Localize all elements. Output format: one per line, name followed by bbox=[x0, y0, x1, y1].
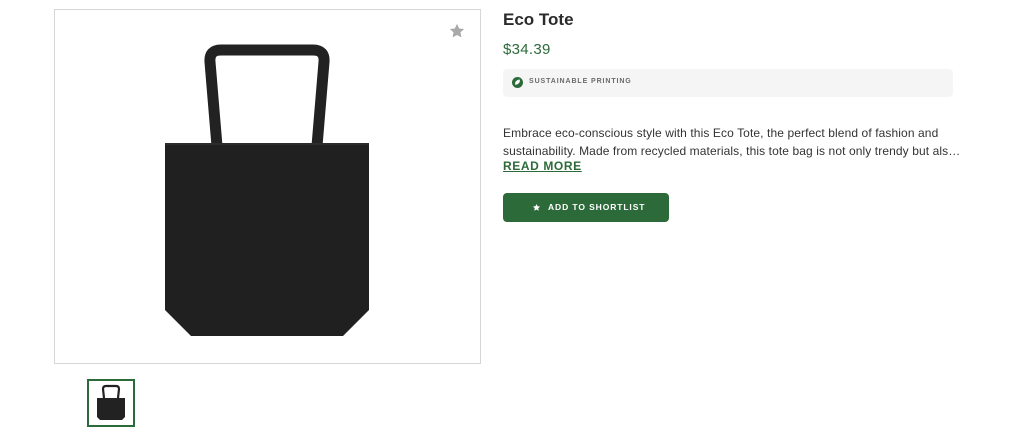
thumbnail-tote[interactable] bbox=[87, 379, 135, 427]
tote-bag-image bbox=[165, 44, 369, 336]
shortlist-button-label: ADD TO SHORTLIST bbox=[548, 202, 646, 212]
add-to-shortlist-button[interactable]: ADD TO SHORTLIST bbox=[503, 193, 669, 222]
product-price: $34.39 bbox=[503, 41, 551, 58]
badge-label: SUSTAINABLE PRINTING bbox=[529, 78, 632, 85]
tote-thumbnail-icon bbox=[97, 384, 125, 420]
star-icon bbox=[532, 203, 541, 211]
description-line: Embrace eco-conscious style with this Ec… bbox=[503, 126, 939, 140]
description-line: sustainability. Made from recycled mater… bbox=[503, 144, 961, 158]
product-title: Eco Tote bbox=[503, 10, 574, 29]
favorite-star-icon[interactable] bbox=[448, 22, 466, 40]
read-more-link[interactable]: READ MORE bbox=[503, 159, 582, 173]
leaf-icon bbox=[512, 77, 523, 88]
sustainability-badge: SUSTAINABLE PRINTING bbox=[503, 69, 953, 97]
product-image-frame bbox=[54, 9, 481, 364]
product-description: Embrace eco-conscious style with this Ec… bbox=[503, 124, 961, 160]
